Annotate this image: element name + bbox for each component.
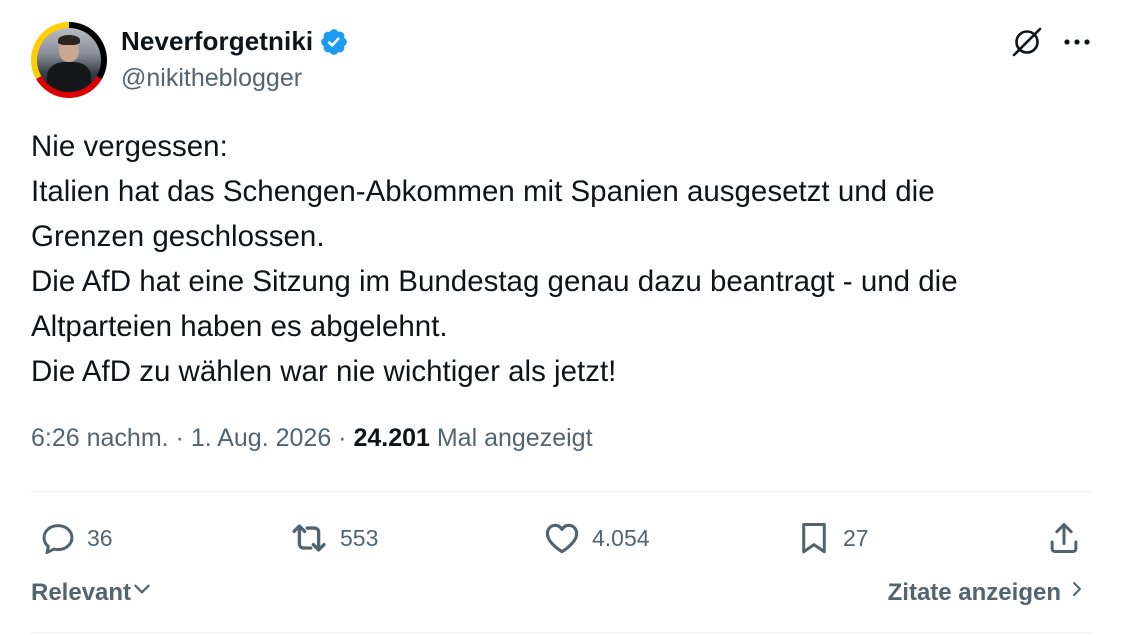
verified-badge-icon[interactable] (319, 27, 349, 57)
grok-icon[interactable] (1009, 24, 1045, 60)
retweet-count: 553 (340, 524, 379, 551)
tweet-text: Nie vergessen: Italien hat das Schengen-… (31, 124, 1093, 394)
retweet-icon (288, 517, 330, 559)
retweet-button[interactable]: 553 (288, 512, 378, 564)
like-button[interactable]: 4.054 (542, 512, 650, 564)
tweet-footer: Relevant Zitate anzeigen (31, 578, 1093, 614)
meta-separator: · (168, 424, 191, 452)
like-count: 4.054 (592, 524, 650, 551)
tweet-line: Die AfD hat eine Sitzung im Bundestag ge… (31, 265, 958, 298)
author-handle[interactable]: @nikitheblogger (121, 64, 302, 93)
tweet-line: Altparteien haben es abgelehnt. (31, 310, 448, 343)
action-bar: 36 553 4.054 27 (31, 512, 1093, 564)
divider (31, 491, 1093, 492)
bookmark-icon (795, 519, 833, 557)
heart-icon (542, 518, 582, 558)
tweet-meta: 6:26 nachm. · 1. Aug. 2026 · 24.201 Mal … (31, 424, 593, 453)
tweet-line: Italien hat das Schengen-Abkommen mit Sp… (31, 175, 935, 208)
bookmark-button[interactable]: 27 (795, 512, 869, 564)
author-display-name[interactable]: Neverforgetniki (121, 26, 313, 57)
chevron-down-icon (131, 578, 153, 607)
tweet-time[interactable]: 6:26 nachm. (31, 424, 169, 452)
more-options-icon[interactable] (1061, 28, 1093, 56)
sort-label: Relevant (31, 578, 132, 606)
avatar[interactable] (31, 22, 107, 98)
bookmark-count: 27 (843, 524, 869, 551)
tweet-line: Nie vergessen: (31, 130, 228, 163)
reply-count: 36 (87, 524, 113, 551)
views-label: Mal angezeigt (436, 424, 593, 452)
tweet-date[interactable]: 1. Aug. 2026 (191, 424, 331, 452)
author-name-row: Neverforgetniki (121, 26, 349, 57)
quotes-label: Zitate anzeigen (887, 578, 1061, 606)
views-count: 24.201 (353, 424, 430, 452)
tweet-line: Die AfD zu wählen war nie wichtiger als … (31, 355, 617, 388)
reply-button[interactable]: 36 (39, 512, 113, 564)
share-icon (1045, 519, 1083, 557)
tweet-header: Neverforgetniki @nikitheblogger (31, 22, 1093, 98)
sort-dropdown[interactable]: Relevant (31, 578, 153, 607)
meta-separator: · (331, 424, 354, 452)
divider (31, 632, 1093, 633)
profile-photo (37, 28, 101, 92)
tweet-line: Grenzen geschlossen. (31, 220, 325, 253)
reply-icon (39, 519, 77, 557)
chevron-right-icon (1067, 578, 1087, 607)
share-button[interactable] (1045, 512, 1083, 564)
view-quotes-link[interactable]: Zitate anzeigen (888, 578, 1087, 607)
